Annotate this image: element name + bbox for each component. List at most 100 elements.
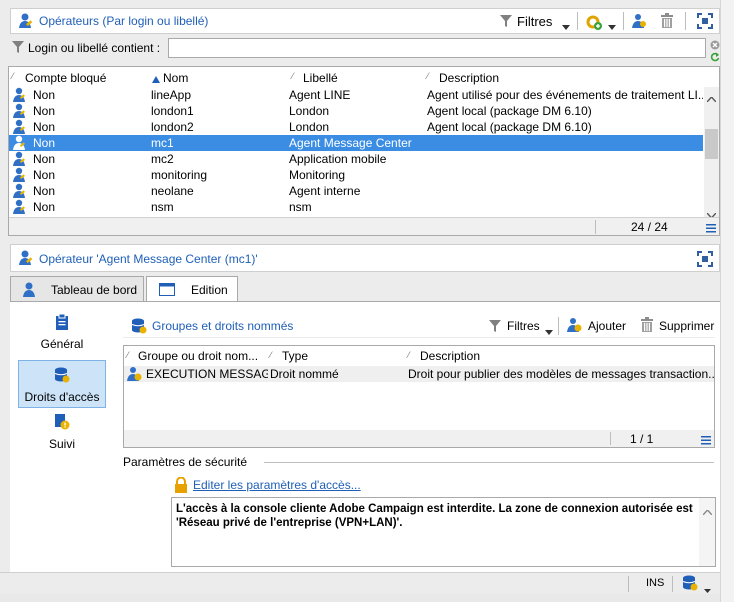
filter-icon[interactable] <box>488 319 502 336</box>
cell-blocked: Non <box>33 136 56 150</box>
text-scrollbar[interactable] <box>699 498 715 566</box>
nav-tracking[interactable]: Suivi <box>18 414 106 454</box>
filters-button[interactable]: Filtres <box>517 14 552 29</box>
cell-label: Monitoring <box>289 168 346 182</box>
record-count: 1 / 1 <box>630 432 654 446</box>
nav-access-rights[interactable]: Droits d'accès <box>18 360 106 408</box>
gear-add-icon[interactable] <box>585 13 603 34</box>
list-scrollbar[interactable] <box>704 87 719 220</box>
chevron-down-icon[interactable] <box>608 19 616 33</box>
scrollbar-thumb[interactable] <box>705 129 718 159</box>
cell-name: monitoring <box>151 168 208 182</box>
chevron-down-icon[interactable] <box>562 19 570 33</box>
cell-blocked: Non <box>33 88 56 102</box>
maximize-icon[interactable] <box>697 13 713 32</box>
detail-tabs: Tableau de bord Edition <box>10 276 720 302</box>
clipboard-icon <box>55 313 69 333</box>
operators-rows: Non lineApp Agent LINE Agent utilisé pou… <box>9 87 703 217</box>
cell-description: Agent local (package DM 6.10) <box>427 104 592 118</box>
table-row[interactable]: Non london2 London Agent local (package … <box>9 119 703 135</box>
table-row[interactable]: Non london1 London Agent local (package … <box>9 103 703 119</box>
trash-icon[interactable] <box>639 317 655 336</box>
grid-footer: 1 / 1 <box>124 430 714 447</box>
table-row-selected[interactable]: Non mc1 Agent Message Center <box>9 135 703 151</box>
add-icon[interactable] <box>566 317 582 336</box>
table-row[interactable]: Non lineApp Agent LINE Agent utilisé pou… <box>9 87 703 103</box>
cell-name: london2 <box>151 120 194 134</box>
col-header-label[interactable]: Libellé <box>303 71 338 85</box>
cell-label: Agent LINE <box>289 88 351 102</box>
filter-label: Login ou libellé contient : <box>28 41 161 55</box>
cell-label: nsm <box>289 200 312 214</box>
login-filter-input[interactable] <box>168 38 706 58</box>
col-header-group[interactable]: Groupe ou droit nom... <box>138 349 258 363</box>
edition-content: Général Droits d'accès Suivi Groupes et … <box>10 301 720 584</box>
cell-label: London <box>289 104 330 118</box>
detail-header: Opérateur 'Agent Message Center (mc1)' <box>10 244 720 272</box>
cell-name: london1 <box>151 104 194 118</box>
chevron-down-icon[interactable] <box>545 324 553 338</box>
filters-button[interactable]: Filtres <box>507 319 540 333</box>
cell-description: Droit pour publier des modèles de messag… <box>408 367 714 381</box>
col-header-description[interactable]: Description <box>420 349 480 363</box>
table-row[interactable]: Non monitoring Monitoring <box>9 167 703 183</box>
chevron-down-icon[interactable] <box>704 582 711 596</box>
operator-detail-panel: Opérateur 'Agent Message Center (mc1)' T… <box>0 240 720 584</box>
edit-access-link[interactable]: Editer les paramètres d'accès... <box>193 478 361 492</box>
tab-edition[interactable]: Edition <box>146 276 238 302</box>
refresh-icon[interactable] <box>710 51 720 65</box>
cell-group: EXECUTION MESSAG... <box>146 367 268 381</box>
cell-name: lineApp <box>151 88 192 102</box>
cell-blocked: Non <box>33 120 56 134</box>
funnel-icon <box>12 40 24 57</box>
rights-toolbar: Groupes et droits nommés Filtres Ajouter… <box>123 312 715 338</box>
tracking-icon <box>54 414 70 433</box>
column-settings-icon[interactable] <box>701 434 711 448</box>
operator-icon <box>12 199 26 219</box>
trash-icon[interactable] <box>659 13 675 32</box>
nav-label: Suivi <box>48 437 75 451</box>
panel-title: Opérateurs (Par login ou libellé) <box>39 14 209 28</box>
sort-icon: ⁄ <box>408 350 410 360</box>
dashboard-icon <box>21 282 37 301</box>
sort-icon: ⁄ <box>427 71 429 81</box>
cell-label: Agent Message Center <box>289 136 412 150</box>
cell-blocked: Non <box>33 184 56 198</box>
cell-name: nsm <box>151 200 174 214</box>
col-header-description[interactable]: Description <box>439 71 499 85</box>
window-scrollbar[interactable] <box>720 0 734 602</box>
section-title: Groupes et droits nommés <box>152 319 294 333</box>
add-button[interactable]: Ajouter <box>588 319 626 333</box>
new-operator-icon[interactable] <box>631 13 647 32</box>
delete-button[interactable]: Supprimer <box>659 319 714 333</box>
maximize-icon[interactable] <box>697 251 713 270</box>
column-settings-icon[interactable] <box>706 222 716 236</box>
col-header-blocked[interactable]: Compte bloqué <box>25 71 106 85</box>
table-row[interactable]: EXECUTION MESSAG... Droit nommé Droit po… <box>124 366 714 382</box>
sort-icon: ⁄ <box>127 350 129 360</box>
lock-icon <box>174 476 188 496</box>
cell-name: neolane <box>151 184 194 198</box>
cell-blocked: Non <box>33 104 56 118</box>
database-icon <box>682 575 698 594</box>
database-icon <box>54 367 70 386</box>
cell-blocked: Non <box>33 200 56 214</box>
operator-icon <box>17 250 33 269</box>
nav-general[interactable]: Général <box>18 313 106 356</box>
table-row[interactable]: Non neolane Agent interne <box>9 183 703 199</box>
col-header-name[interactable]: Nom <box>163 71 188 85</box>
table-row[interactable]: Non mc2 Application mobile <box>9 151 703 167</box>
chevron-up-icon[interactable] <box>702 504 713 518</box>
filter-icon[interactable] <box>499 14 513 31</box>
col-header-type[interactable]: Type <box>282 349 308 363</box>
rights-grid: ⁄ Groupe ou droit nom... ⁄ Type ⁄ Descri… <box>123 345 715 448</box>
cell-blocked: Non <box>33 152 56 166</box>
table-row[interactable]: Non nsm nsm <box>9 199 703 215</box>
cell-description: Agent utilisé pour des événements de tra… <box>427 88 703 102</box>
chevron-up-icon[interactable] <box>706 91 717 105</box>
tab-dashboard[interactable]: Tableau de bord <box>10 276 144 302</box>
database-icon <box>131 318 147 337</box>
cell-label: Application mobile <box>289 152 387 166</box>
cell-name: mc2 <box>151 152 174 166</box>
operators-panel: Opérateurs (Par login ou libellé) Filtre… <box>0 0 720 240</box>
